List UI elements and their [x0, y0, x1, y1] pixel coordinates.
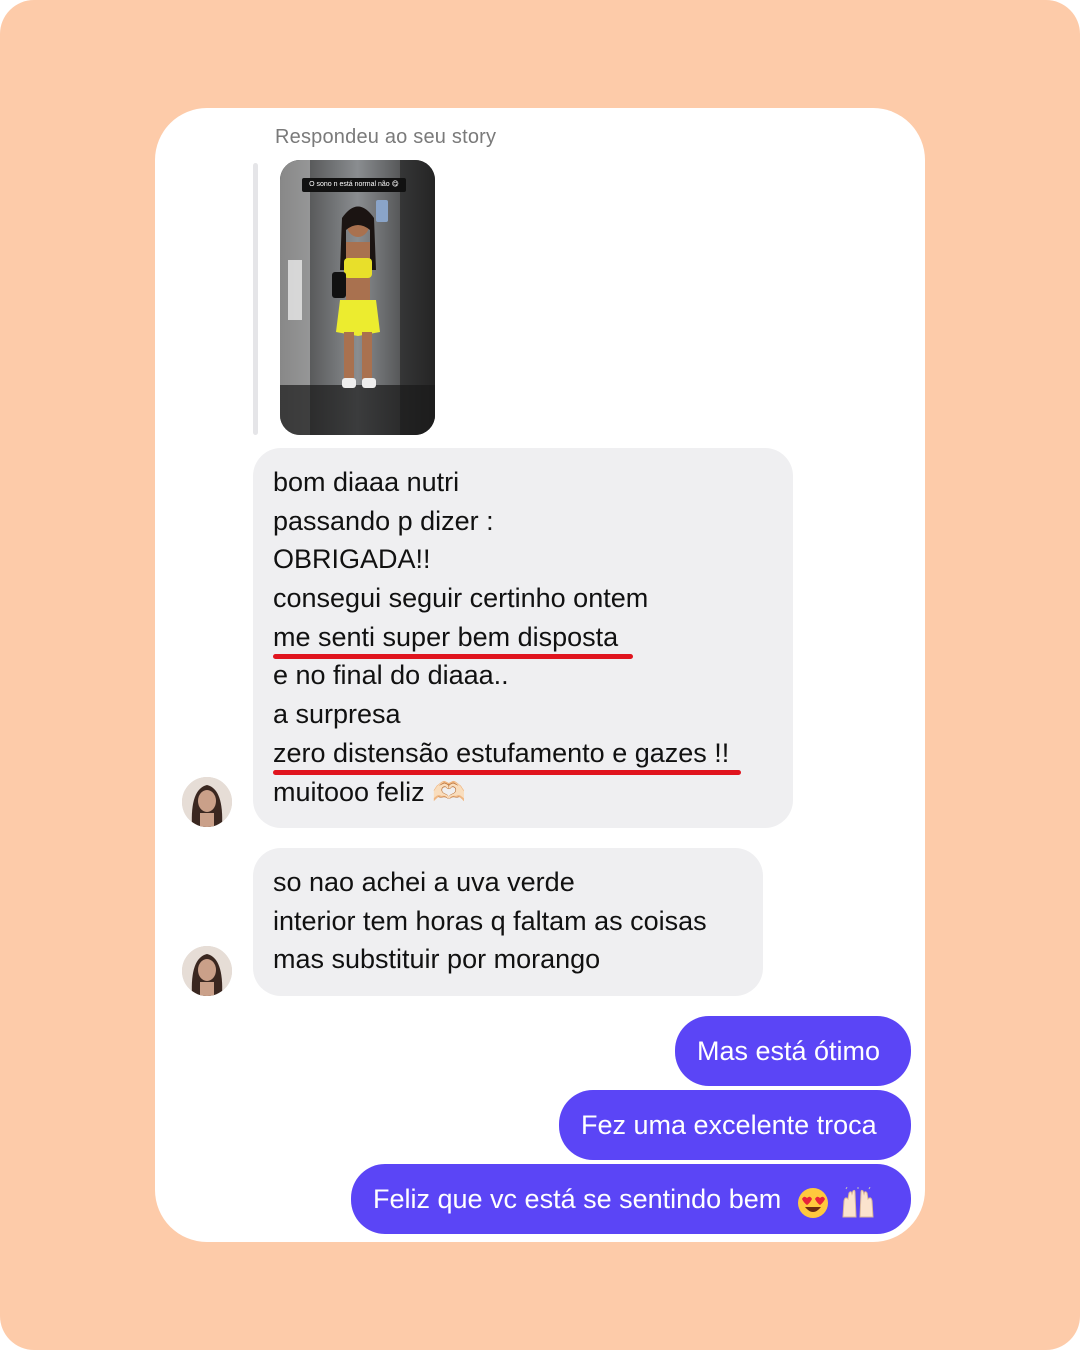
story-photo: [280, 160, 435, 435]
story-reply-rule: [253, 163, 258, 435]
heart-eyes-emoji: [797, 1166, 829, 1236]
story-reply-caption: Respondeu ao seu story: [275, 126, 497, 148]
message-line: consegui seguir certinho ontem: [273, 583, 649, 614]
message-line: mas substituir por morango: [273, 944, 601, 975]
heart-eyes-icon: [797, 1187, 828, 1218]
raising-hands-icon: [842, 1186, 874, 1218]
sent-message-bubble: Mas está ótimo: [675, 1016, 911, 1086]
message-line: interior tem horas q faltam as coisas: [273, 905, 707, 936]
message-line: passando p dizer :: [273, 505, 494, 536]
story-overlay-text: O sono n está normal não 😋: [302, 178, 406, 192]
received-message-bubble: bom diaaa nutri passando p dizer : OBRIG…: [253, 448, 793, 828]
sender-avatar[interactable]: [182, 946, 232, 996]
avatar-photo: [182, 946, 232, 996]
message-line: OBRIGADA!!: [273, 544, 431, 575]
sent-message-text: Fez uma excelente troca: [581, 1110, 877, 1140]
story-thumbnail[interactable]: O sono n está normal não 😋: [280, 160, 435, 435]
sent-message-text: Feliz que vc está se sentindo bem: [373, 1184, 782, 1214]
red-underline-mark: [273, 654, 633, 659]
chat-card: Respondeu ao seu story O sono n está nor…: [155, 108, 925, 1242]
red-underline-mark: [273, 770, 741, 775]
sender-avatar[interactable]: [182, 777, 232, 827]
raising-hands-emoji: [840, 1166, 876, 1236]
sent-message-bubble: Fez uma excelente troca: [559, 1090, 911, 1160]
message-line: muitooo feliz 🫶🏻: [273, 776, 466, 807]
avatar-photo: [182, 777, 232, 827]
sent-message-bubble: Feliz que vc está se sentindo bem: [351, 1164, 911, 1234]
message-line: bom diaaa nutri: [273, 467, 460, 497]
message-line: so nao achei a uva verde: [273, 867, 575, 897]
message-line: e no final do diaaa..: [273, 660, 509, 691]
message-line: me senti super bem disposta: [273, 621, 619, 652]
sent-message-text: Mas está ótimo: [697, 1036, 881, 1066]
received-message-bubble: so nao achei a uva verde interior tem ho…: [253, 848, 763, 996]
message-line: a surpresa: [273, 699, 401, 730]
message-line: zero distensão estufamento e gazes !!: [273, 737, 730, 768]
